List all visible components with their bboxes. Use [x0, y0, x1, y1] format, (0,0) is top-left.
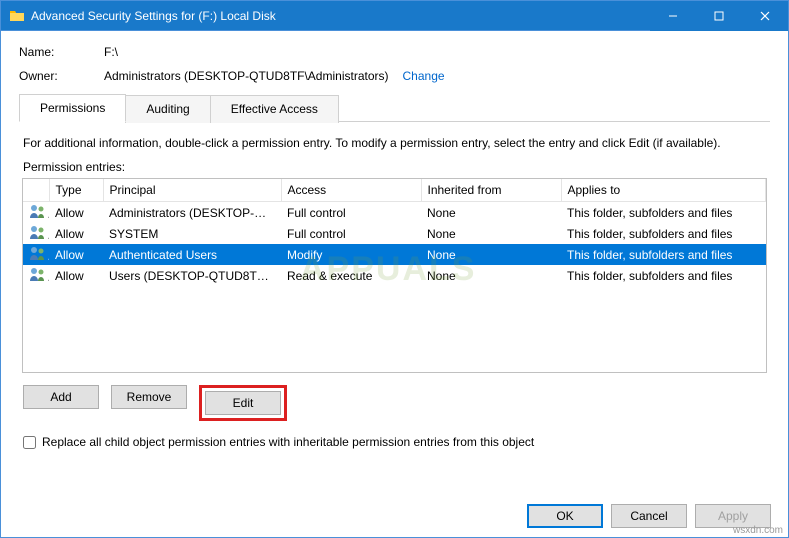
add-button[interactable]: Add: [23, 385, 99, 409]
window-title: Advanced Security Settings for (F:) Loca…: [31, 9, 650, 23]
cell-access: Read & execute: [281, 265, 421, 286]
cancel-button[interactable]: Cancel: [611, 504, 687, 528]
action-buttons: Add Remove Edit: [23, 385, 766, 421]
cell-type: Allow: [49, 202, 103, 224]
cell-access: Full control: [281, 202, 421, 224]
col-applies-header[interactable]: Applies to: [561, 179, 766, 202]
cell-type: Allow: [49, 265, 103, 286]
cell-access: Full control: [281, 223, 421, 244]
people-icon: [23, 265, 49, 286]
name-label: Name:: [19, 45, 104, 59]
permissions-table[interactable]: Type Principal Access Inherited from App…: [22, 178, 767, 373]
cell-principal: SYSTEM: [103, 223, 281, 244]
tab-permissions[interactable]: Permissions: [19, 94, 126, 122]
cell-applies: This folder, subfolders and files: [561, 223, 766, 244]
tab-strip: Permissions Auditing Effective Access: [19, 93, 770, 122]
replace-checkbox-row: Replace all child object permission entr…: [23, 435, 766, 449]
cell-inherited: None: [421, 202, 561, 224]
name-row: Name: F:\: [19, 45, 770, 59]
col-inherited-header[interactable]: Inherited from: [421, 179, 561, 202]
info-text: For additional information, double-click…: [19, 136, 770, 150]
col-icon-header[interactable]: [23, 179, 49, 202]
cell-access: Modify: [281, 244, 421, 265]
ok-button[interactable]: OK: [527, 504, 603, 528]
cell-inherited: None: [421, 265, 561, 286]
cell-type: Allow: [49, 223, 103, 244]
cell-applies: This folder, subfolders and files: [561, 244, 766, 265]
tab-effective-access[interactable]: Effective Access: [210, 95, 339, 123]
folder-icon: [9, 8, 25, 24]
people-icon: [23, 244, 49, 265]
people-icon: [23, 202, 49, 224]
table-row[interactable]: AllowSYSTEMFull controlNoneThis folder, …: [23, 223, 766, 244]
window-controls: [650, 1, 788, 31]
people-icon: [23, 223, 49, 244]
table-row[interactable]: AllowAuthenticated UsersModifyNoneThis f…: [23, 244, 766, 265]
owner-value: Administrators (DESKTOP-QTUD8TF\Administ…: [104, 69, 389, 83]
cell-principal: Administrators (DESKTOP-QT...: [103, 202, 281, 224]
cell-applies: This folder, subfolders and files: [561, 265, 766, 286]
close-button[interactable]: [742, 1, 788, 31]
name-value: F:\: [104, 45, 118, 59]
table-row[interactable]: AllowAdministrators (DESKTOP-QT...Full c…: [23, 202, 766, 224]
owner-row: Owner: Administrators (DESKTOP-QTUD8TF\A…: [19, 69, 770, 83]
edit-button[interactable]: Edit: [205, 391, 281, 415]
content-area: Name: F:\ Owner: Administrators (DESKTOP…: [1, 31, 788, 463]
tab-panel: For additional information, double-click…: [19, 136, 770, 421]
entries-label: Permission entries:: [23, 160, 770, 174]
edit-highlight: Edit: [199, 385, 287, 421]
tab-auditing[interactable]: Auditing: [125, 95, 210, 123]
cell-inherited: None: [421, 244, 561, 265]
replace-child-label: Replace all child object permission entr…: [42, 435, 534, 449]
cell-type: Allow: [49, 244, 103, 265]
replace-child-checkbox[interactable]: [23, 436, 36, 449]
change-owner-link[interactable]: Change: [403, 69, 445, 83]
cell-principal: Authenticated Users: [103, 244, 281, 265]
cell-inherited: None: [421, 223, 561, 244]
credit-text: wsxdn.com: [733, 525, 783, 536]
col-access-header[interactable]: Access: [281, 179, 421, 202]
owner-label: Owner:: [19, 69, 104, 83]
cell-principal: Users (DESKTOP-QTUD8TF\Us...: [103, 265, 281, 286]
remove-button[interactable]: Remove: [111, 385, 187, 409]
col-principal-header[interactable]: Principal: [103, 179, 281, 202]
minimize-button[interactable]: [650, 1, 696, 31]
table-row[interactable]: AllowUsers (DESKTOP-QTUD8TF\Us...Read & …: [23, 265, 766, 286]
titlebar: Advanced Security Settings for (F:) Loca…: [1, 1, 788, 31]
table-header-row: Type Principal Access Inherited from App…: [23, 179, 766, 202]
cell-applies: This folder, subfolders and files: [561, 202, 766, 224]
maximize-button[interactable]: [696, 1, 742, 31]
col-type-header[interactable]: Type: [49, 179, 103, 202]
